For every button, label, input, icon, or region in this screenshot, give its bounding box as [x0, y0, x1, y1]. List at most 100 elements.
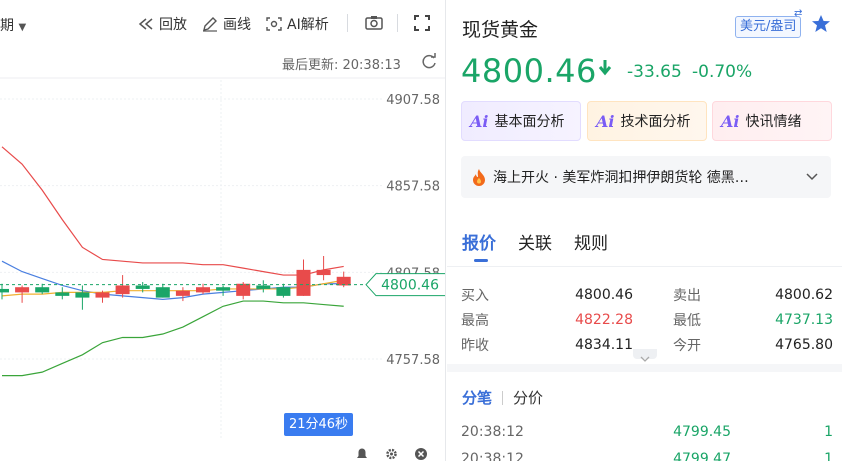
candle-body — [135, 285, 150, 289]
fundamental-analysis-button[interactable]: Ai 基本面分析 — [461, 101, 581, 141]
news-sentiment-button[interactable]: Ai 快讯情绪 — [712, 101, 832, 141]
news-headline: 海上开火 · 美军炸洞扣押伊朗货轮 德黑… — [493, 170, 749, 186]
news-ticker[interactable]: 海上开火 · 美军炸洞扣押伊朗货轮 德黑… — [461, 156, 831, 198]
candle-body — [216, 287, 231, 291]
bid-label: 买入 — [461, 287, 489, 304]
ai-analysis-label: AI解析 — [287, 17, 329, 33]
trade-list: 20:38:12 4799.45 1 20:38:12 4799.47 1 — [461, 418, 833, 461]
quote-row: 最高 4822.28 最低 4737.13 — [461, 307, 833, 332]
ask-value: 4800.62 — [775, 286, 833, 303]
low-value: 4737.13 — [775, 311, 833, 328]
candle-body — [316, 269, 331, 276]
star-icon[interactable] — [811, 14, 831, 34]
trade-price: 4799.45 — [673, 423, 731, 440]
fire-icon — [473, 169, 485, 186]
chart-toolbar: 期 ▼ 回放 画线 AI解析 — [0, 0, 445, 46]
tab-price-levels[interactable]: 分价 — [513, 387, 543, 408]
candle-body — [196, 287, 210, 293]
replay-label: 回放 — [159, 17, 187, 33]
tab-ticks[interactable]: 分笔 — [462, 387, 492, 408]
gear-icon[interactable] — [384, 446, 399, 461]
active-tab-indicator — [474, 259, 488, 262]
candle-countdown: 21分46秒 — [284, 413, 353, 436]
bid-value: 4800.46 — [575, 286, 633, 303]
camera-icon — [365, 16, 383, 30]
bell-icon[interactable] — [355, 446, 369, 461]
tab-quote[interactable]: 报价 — [462, 229, 496, 254]
chevron-down-icon: ▼ — [18, 22, 27, 33]
candle-body — [115, 285, 130, 295]
technical-analysis-label: 技术面分析 — [620, 114, 691, 130]
quote-grid: 买入 4800.46 卖出 4800.62 最高 4822.28 最低 4737… — [461, 282, 833, 357]
fundamental-analysis-label: 基本面分析 — [494, 114, 565, 130]
swap-icon: ⇄ — [794, 8, 803, 19]
candle-body — [336, 276, 351, 286]
unit-selector[interactable]: 美元/盎司 — [735, 16, 802, 38]
y-tick-label: 4757.58 — [386, 353, 440, 368]
candle-body — [236, 283, 251, 296]
upper-band-line — [1, 146, 344, 276]
last-updated: 最后更新: 20:38:13 — [282, 58, 401, 73]
tab-related[interactable]: 关联 — [518, 229, 552, 254]
trade-row: 20:38:12 4799.45 1 — [461, 418, 833, 445]
tab-rules[interactable]: 规则 — [574, 229, 608, 254]
high-label: 最高 — [461, 312, 489, 329]
lower-band-line — [2, 300, 344, 377]
toolbar-divider — [397, 14, 398, 32]
price-change-percent: -0.70% — [692, 62, 753, 82]
replay-icon — [138, 18, 153, 30]
trade-row: 20:38:12 4799.47 1 — [461, 445, 833, 461]
trade-volume: 1 — [824, 450, 833, 461]
screenshot-button[interactable] — [364, 14, 384, 31]
candle-body — [95, 292, 110, 298]
close-icon[interactable] — [414, 446, 428, 461]
candle-body — [296, 269, 311, 296]
news-sentiment-label: 快讯情绪 — [745, 114, 802, 130]
candle-body — [75, 292, 90, 298]
ask-label: 卖出 — [673, 287, 701, 304]
candle-body — [256, 285, 271, 289]
period-label: 期 — [0, 18, 14, 34]
trade-volume: 1 — [824, 423, 833, 440]
collapse-handle[interactable] — [633, 349, 657, 362]
draw-line-label: 画线 — [223, 17, 251, 33]
candle-body — [35, 287, 50, 293]
low-label: 最低 — [673, 312, 701, 329]
ai-icon: Ai — [470, 111, 489, 131]
candle-body — [155, 287, 170, 298]
tabs-divider — [447, 266, 842, 267]
fullscreen-icon — [414, 15, 430, 31]
instrument-name: 现货黄金 — [462, 19, 539, 41]
trade-price: 4799.47 — [673, 450, 731, 461]
draw-line-button[interactable]: 画线 — [201, 14, 251, 34]
arrow-down-icon — [598, 60, 612, 76]
refresh-icon[interactable] — [421, 53, 437, 69]
y-tick-label: 4907.58 — [386, 93, 440, 108]
price-change: -33.65 — [627, 62, 682, 82]
prev-close-value: 4834.11 — [575, 336, 633, 353]
technical-analysis-button[interactable]: Ai 技术面分析 — [587, 101, 707, 141]
replay-button[interactable]: 回放 — [137, 14, 187, 34]
chevron-down-icon[interactable] — [805, 170, 819, 184]
candle-body — [276, 287, 291, 296]
current-price-tag-label: 4800.46 — [381, 278, 439, 294]
chart-panel: 4907.584857.584807.584757.584800.46 期 ▼ … — [0, 0, 446, 461]
high-value: 4822.28 — [575, 311, 633, 328]
y-tick-label: 4857.58 — [386, 180, 440, 195]
ai-analysis-button[interactable]: AI解析 — [265, 14, 329, 34]
period-selector[interactable]: 期 ▼ — [0, 15, 26, 35]
candle-body — [0, 288, 9, 293]
candle-body — [55, 292, 70, 296]
current-price: 4800.46 — [461, 52, 597, 90]
trade-time: 20:38:12 — [461, 423, 524, 440]
ai-icon: Ai — [596, 111, 615, 131]
trade-time: 20:38:12 — [461, 450, 524, 461]
candle-body — [175, 290, 190, 296]
prev-close-label: 昨收 — [461, 337, 489, 354]
quote-panel: 现货黄金 美元/盎司 ⇄ 4800.46 -33.65 -0.70% Ai 基本… — [447, 0, 842, 461]
quote-row: 买入 4800.46 卖出 4800.62 — [461, 282, 833, 307]
fullscreen-button[interactable] — [413, 14, 431, 32]
trade-tabs: 分笔 分价 — [462, 387, 543, 408]
tab-divider — [502, 390, 504, 405]
candle-body — [15, 287, 30, 293]
